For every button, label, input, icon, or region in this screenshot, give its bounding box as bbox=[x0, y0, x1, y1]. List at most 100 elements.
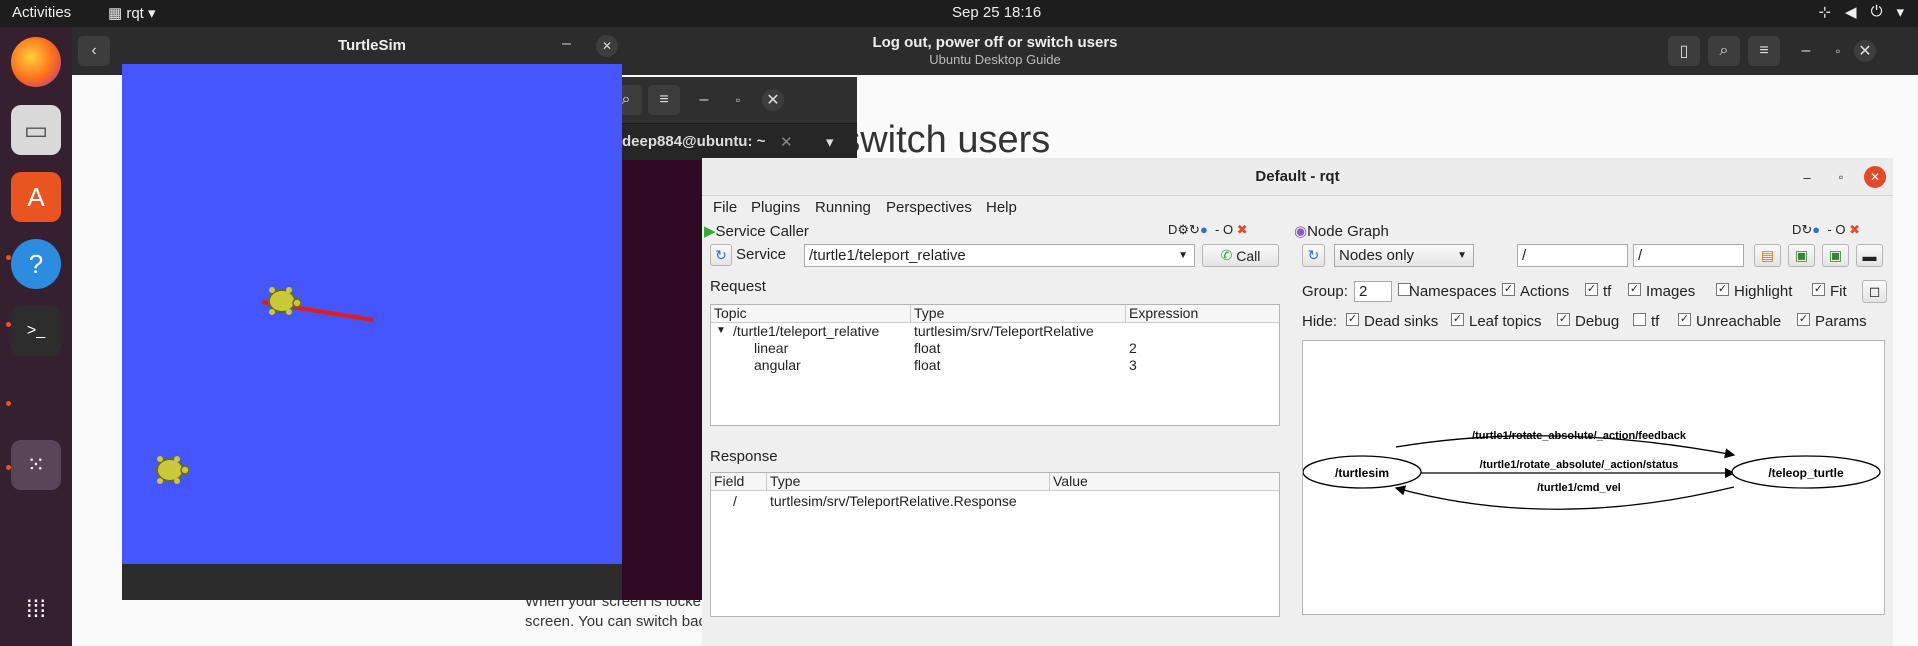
save-svg-button[interactable]: ▣ bbox=[1822, 244, 1849, 267]
close-panel-icon[interactable]: ✖ bbox=[1233, 222, 1248, 237]
show-apps-icon[interactable]: ⁞⁞⁞ bbox=[11, 585, 61, 635]
graph-mode-select[interactable]: Nodes only ▼ bbox=[1334, 244, 1474, 267]
firefox-icon[interactable] bbox=[11, 37, 61, 87]
help-icon[interactable]: ● bbox=[1812, 222, 1820, 237]
help-icon[interactable]: ? bbox=[11, 239, 61, 289]
maximize-button[interactable]: ▫ bbox=[1830, 166, 1852, 188]
response-field: / bbox=[733, 493, 737, 509]
group-label: Group: bbox=[1302, 283, 1348, 300]
menu-plugins[interactable]: Plugins bbox=[751, 199, 800, 216]
activities-button[interactable]: Activities bbox=[12, 4, 71, 21]
clock[interactable]: Sep 25 18:16 bbox=[952, 4, 1041, 21]
refresh-button[interactable]: ↻ bbox=[710, 244, 732, 266]
panel-controls[interactable]: D↻● - O ✖ bbox=[1792, 222, 1860, 238]
refresh-graph-button[interactable]: ↻ bbox=[1302, 244, 1325, 267]
actions-checkbox[interactable]: ✓ bbox=[1502, 283, 1515, 296]
column-header[interactable]: Field bbox=[711, 473, 767, 491]
expand-arrow-icon[interactable]: ▼ bbox=[716, 325, 726, 336]
tf-checkbox[interactable]: ✓ bbox=[1585, 283, 1598, 296]
minimize-button[interactable]: – bbox=[562, 35, 571, 53]
dock-d-icon[interactable]: D bbox=[1168, 222, 1177, 237]
grid-icon: ▦ bbox=[108, 5, 127, 22]
search-icon[interactable]: ⌕ bbox=[1708, 36, 1740, 66]
graph-canvas[interactable]: /turtlesim /teleop_turtle /turtle1/rotat… bbox=[1302, 340, 1885, 615]
fit-checkbox[interactable]: ✓ bbox=[1812, 283, 1825, 296]
menu-perspectives[interactable]: Perspectives bbox=[886, 199, 972, 216]
files-icon[interactable]: ▭ bbox=[11, 105, 61, 155]
response-table[interactable]: Field Type Value / turtlesim/srv/Telepor… bbox=[710, 472, 1280, 617]
turtle-drawing bbox=[156, 287, 374, 484]
float-icon[interactable]: O bbox=[1219, 222, 1233, 237]
menu-icon[interactable]: ≡ bbox=[648, 85, 680, 115]
hide-tf-checkbox[interactable] bbox=[1633, 313, 1646, 326]
dead-sinks-checkbox[interactable]: ✓ bbox=[1346, 313, 1359, 326]
menu-help[interactable]: Help bbox=[986, 199, 1017, 216]
node-graph-panel: ◉Node Graph bbox=[1294, 222, 1389, 240]
images-checkbox[interactable]: ✓ bbox=[1628, 283, 1641, 296]
maximize-button[interactable]: ▫ bbox=[722, 85, 754, 115]
close-tab-icon[interactable]: ✕ bbox=[780, 133, 793, 151]
call-button-label: Call bbox=[1236, 247, 1261, 264]
menu-file[interactable]: File bbox=[713, 199, 737, 216]
minimize-button[interactable]: – bbox=[1796, 166, 1818, 188]
group-spinbox[interactable]: 2 bbox=[1354, 281, 1392, 302]
minimize-button[interactable]: – bbox=[688, 85, 720, 115]
column-header[interactable]: Topic bbox=[711, 305, 911, 323]
node-graph-drawing: /turtlesim /teleop_turtle /turtle1/rotat… bbox=[1303, 430, 1881, 510]
menu-running[interactable]: Running bbox=[815, 199, 871, 216]
graph-edge-label: /turtle1/cmd_vel bbox=[1537, 482, 1621, 494]
turtlesim-canvas[interactable] bbox=[122, 64, 622, 564]
checkbox-label: Unreachable bbox=[1696, 313, 1782, 330]
menu-icon[interactable]: ≡ bbox=[1748, 36, 1780, 66]
software-icon[interactable]: A bbox=[11, 172, 61, 222]
terminal-icon[interactable]: >_ bbox=[11, 306, 61, 356]
load-dot-button[interactable]: ▤ bbox=[1754, 244, 1781, 267]
volume-icon: ◀ bbox=[1845, 4, 1857, 21]
rqt-titlebar: Default - rqt – ▫ ✕ bbox=[702, 158, 1893, 196]
reload-icon[interactable]: ↻ bbox=[1189, 222, 1200, 237]
reload-icon[interactable]: ↻ bbox=[1801, 222, 1812, 237]
close-panel-icon[interactable]: ✖ bbox=[1845, 222, 1860, 237]
minimize-button[interactable]: – bbox=[1790, 36, 1822, 66]
column-header[interactable]: Type bbox=[767, 473, 1050, 491]
save-dot-button[interactable]: ▣ bbox=[1788, 244, 1815, 267]
column-header[interactable]: Value bbox=[1050, 473, 1279, 491]
fit-view-button[interactable]: ◻ bbox=[1862, 280, 1887, 303]
debug-checkbox[interactable]: ✓ bbox=[1557, 313, 1570, 326]
checkbox-label: Highlight bbox=[1734, 283, 1793, 300]
unreachable-checkbox[interactable]: ✓ bbox=[1678, 313, 1691, 326]
highlight-checkbox[interactable]: ✓ bbox=[1716, 283, 1729, 296]
leaf-topics-checkbox[interactable]: ✓ bbox=[1451, 313, 1464, 326]
app-menu[interactable]: ▦ rqt ▾ bbox=[108, 4, 156, 22]
bookmark-icon[interactable]: ▯ bbox=[1668, 36, 1700, 66]
call-button[interactable]: ✆ Call bbox=[1202, 244, 1279, 267]
params-checkbox[interactable]: ✓ bbox=[1797, 313, 1810, 326]
node-filter-input[interactable]: / bbox=[1517, 244, 1628, 267]
request-table[interactable]: Topic Type Expression ▼ /turtle1/telepor… bbox=[710, 304, 1280, 426]
topic-filter-input[interactable]: / bbox=[1633, 244, 1744, 267]
checkbox-label: Debug bbox=[1575, 313, 1620, 330]
system-tray[interactable]: ⊹ ◀ ⏻ ▾ bbox=[1818, 3, 1904, 21]
column-header[interactable]: Type bbox=[911, 305, 1126, 323]
running-indicator bbox=[6, 322, 11, 327]
dock-d-icon[interactable]: D bbox=[1792, 222, 1801, 237]
maximize-button[interactable]: ▫ bbox=[1822, 36, 1854, 66]
request-expression[interactable]: 2 bbox=[1129, 340, 1137, 356]
checkbox-label: Params bbox=[1815, 313, 1867, 330]
close-button[interactable]: ✕ bbox=[1864, 166, 1886, 188]
column-header[interactable]: Expression bbox=[1126, 305, 1279, 323]
request-expression[interactable]: 3 bbox=[1129, 357, 1137, 373]
service-select[interactable]: /turtle1/teleport_relative ▼ bbox=[804, 244, 1195, 267]
panel-controls[interactable]: D⚙↻● - O ✖ bbox=[1168, 222, 1248, 238]
save-image-button[interactable]: ▬ bbox=[1856, 244, 1883, 267]
rqt-app-icon[interactable]: ⁙ bbox=[11, 440, 61, 490]
float-icon[interactable]: O bbox=[1832, 222, 1845, 237]
close-button[interactable]: ✕ bbox=[1854, 40, 1876, 62]
close-button[interactable]: ✕ bbox=[596, 35, 618, 57]
chevron-down-icon[interactable]: ▾ bbox=[826, 133, 834, 151]
help-icon[interactable]: ● bbox=[1200, 222, 1208, 237]
close-button[interactable]: ✕ bbox=[762, 89, 784, 111]
running-indicator bbox=[6, 255, 11, 260]
gear-icon[interactable]: ⚙ bbox=[1177, 222, 1189, 237]
minimize-icon[interactable]: - bbox=[1824, 222, 1831, 237]
